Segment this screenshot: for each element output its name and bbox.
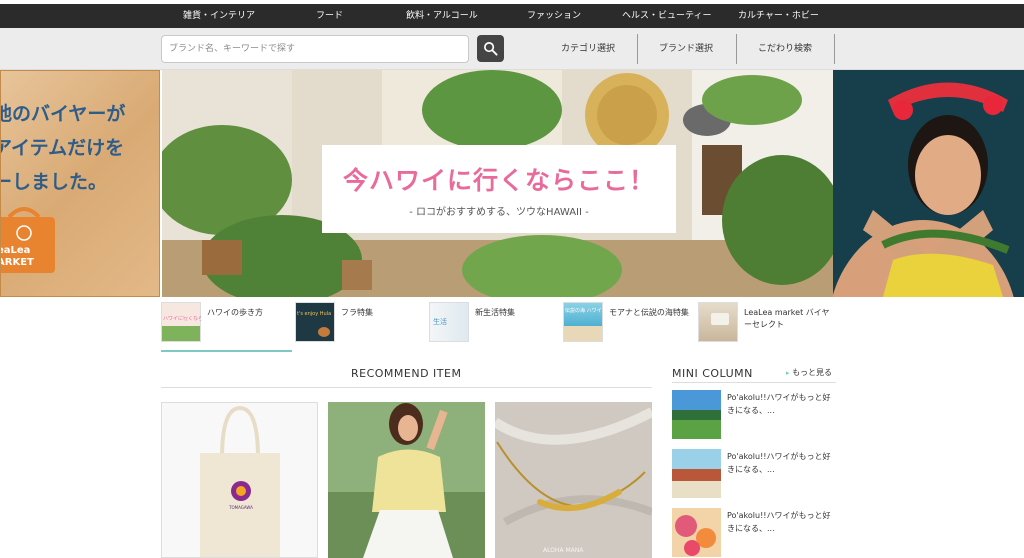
hero-subline: - ロコがおすすめする、ツウなHAWAII -	[409, 207, 589, 218]
brand-select-link[interactable]: ブランド選択	[646, 34, 726, 64]
lealea-logo: eaLea ARKET	[0, 203, 55, 273]
hero-slide-prev[interactable]: 地のバイヤーが アイテムだけを ーしました。 eaLea ARKET	[0, 70, 160, 297]
feature-thumb: 生活	[429, 302, 469, 342]
feature-item-buyer-select[interactable]: LeaLea market バイヤーセレクト	[698, 302, 838, 346]
nav-item-health-beauty[interactable]: ヘルス・ビューティー	[622, 4, 711, 28]
search-icon	[484, 42, 498, 56]
nav-item-fashion[interactable]: ファッション	[527, 4, 581, 28]
column-item[interactable]: Po'akolu!!ハワイがもっと好きになる、...	[672, 508, 837, 558]
kodawari-search-link[interactable]: こだわり検索	[745, 34, 825, 64]
feature-thumb-text: 伝説の海 ハワイ	[565, 308, 602, 314]
feature-thumb: ハワイに行くならここ	[161, 302, 201, 342]
column-item[interactable]: Po'akolu!!ハワイがもっと好きになる、...	[672, 449, 837, 499]
recommend-item-necklace[interactable]: ALOHA MANA	[495, 402, 652, 558]
feature-item-new-life[interactable]: 生活 新生活特集	[429, 302, 560, 346]
search-header: カテゴリ選択 ブランド選択 こだわり検索	[0, 28, 1024, 70]
feature-thumb-shape	[318, 327, 330, 337]
chevron-right-icon: ▸	[786, 369, 790, 377]
active-indicator	[161, 350, 292, 352]
hula-dancer-photo	[833, 70, 1024, 297]
category-select-link[interactable]: カテゴリ選択	[548, 34, 628, 64]
necklace-watermark: ALOHA MANA	[543, 547, 584, 554]
divider	[834, 34, 835, 64]
hero-left-line: ーしました。	[0, 171, 108, 193]
recommend-divider	[161, 387, 652, 388]
divider	[637, 34, 638, 64]
column-thumb	[672, 390, 721, 439]
tote-bag-image	[162, 403, 317, 557]
more-link[interactable]: ▸ もっと見る	[786, 367, 832, 378]
nav-item-drinks[interactable]: 飲料・アルコール	[406, 4, 478, 28]
column-item-text: Po'akolu!!ハワイがもっと好きになる、...	[727, 452, 831, 474]
column-item-text: Po'akolu!!ハワイがもっと好きになる、...	[727, 393, 831, 415]
search-input[interactable]	[161, 35, 469, 63]
hero-left-line: 地のバイヤーが	[0, 103, 126, 125]
mini-column-title: MINI COLUMN	[672, 367, 753, 380]
hero-headline-box: 今ハワイに行くならここ！ - ロコがおすすめする、ツウなHAWAII -	[322, 145, 676, 233]
feature-thumb	[698, 302, 738, 342]
nav-item-food[interactable]: フード	[316, 4, 343, 28]
hero-headline: 今ハワイに行くならここ！	[342, 166, 655, 195]
column-item[interactable]: Po'akolu!!ハワイがもっと好きになる、...	[672, 390, 837, 440]
logo-text: ARKET	[0, 257, 34, 268]
nav-item-zakka[interactable]: 雑貨・インテリア	[183, 4, 255, 28]
search-button[interactable]	[477, 35, 504, 62]
logo-text: eaLea	[0, 245, 31, 256]
mini-column-divider	[672, 382, 836, 383]
feature-strip: ハワイに行くならここ ハワイの歩き方 t's enjoy Hula フラ特集 生…	[161, 302, 841, 354]
hero-slide-next[interactable]	[833, 70, 1024, 297]
feature-label: フラ特集	[341, 308, 373, 317]
feature-label: ハワイの歩き方	[207, 308, 263, 317]
hero-left-line: アイテムだけを	[0, 137, 125, 159]
column-thumb	[672, 508, 721, 557]
feature-thumb: 伝説の海 ハワイ	[563, 302, 603, 342]
column-thumb	[672, 449, 721, 498]
nav-item-culture-hobby[interactable]: カルチャー・ホビー	[738, 4, 819, 28]
top-category-nav: 雑貨・インテリア フード 飲料・アルコール ファッション ヘルス・ビューティー …	[0, 4, 1024, 28]
feature-thumb-shape	[711, 313, 729, 325]
gold-necklace-image	[495, 402, 652, 558]
feature-item-moana[interactable]: 伝説の海 ハワイ モアナと伝説の海特集	[563, 302, 703, 346]
feature-label: LeaLea market バイヤーセレクト	[744, 308, 830, 329]
recommend-title: RECOMMEND ITEM	[351, 367, 462, 380]
feature-thumb-text: ハワイに行くならここ	[163, 316, 201, 322]
feature-thumb: t's enjoy Hula	[295, 302, 335, 342]
tote-brand-text: TOMAGAWA	[229, 505, 253, 510]
divider	[736, 34, 737, 64]
feature-item-hula[interactable]: t's enjoy Hula フラ特集	[295, 302, 426, 346]
yellow-shirt-image	[328, 402, 485, 558]
recommend-item-shirt[interactable]	[328, 402, 485, 558]
feature-thumb-text: 生活	[433, 318, 447, 326]
feature-thumb-text: t's enjoy Hula	[297, 311, 332, 317]
recommend-item-tote[interactable]: TOMAGAWA	[161, 402, 318, 558]
feature-label: 新生活特集	[475, 308, 515, 317]
more-link-label: もっと見る	[792, 368, 833, 377]
feature-label: モアナと伝説の海特集	[609, 308, 689, 317]
hero-slide-main[interactable]: 今ハワイに行くならここ！ - ロコがおすすめする、ツウなHAWAII -	[162, 70, 833, 297]
column-item-text: Po'akolu!!ハワイがもっと好きになる、...	[727, 511, 831, 533]
feature-item-hawaii-guide[interactable]: ハワイに行くならここ ハワイの歩き方	[161, 302, 292, 352]
